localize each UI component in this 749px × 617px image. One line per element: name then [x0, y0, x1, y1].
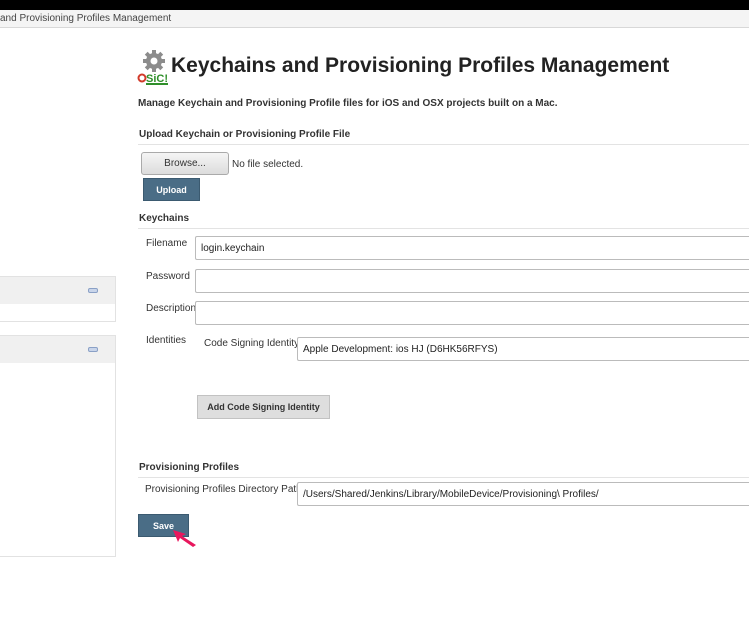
window-top-bar — [0, 0, 749, 10]
description-field[interactable] — [195, 301, 749, 325]
side-panel-2-header — [0, 336, 115, 363]
filename-field[interactable] — [195, 236, 749, 260]
collapse-icon[interactable] — [88, 288, 98, 293]
code-signing-identity-label: Code Signing Identity — [204, 338, 300, 349]
keychains-section-title: Keychains — [138, 213, 749, 229]
provisioning-section-title: Provisioning Profiles — [138, 462, 749, 478]
breadcrumb: and Provisioning Profiles Management — [0, 10, 749, 28]
side-panel-1 — [0, 276, 116, 322]
side-panel-1-header — [0, 277, 115, 304]
filename-label: Filename — [146, 238, 188, 249]
mouse-cursor-icon — [173, 530, 196, 547]
page-description: Manage Keychain and Provisioning Profile… — [138, 98, 558, 109]
file-status: No file selected. — [232, 159, 304, 170]
plugin-logo-icon: SiC! — [137, 50, 168, 85]
page-title: Keychains and Provisioning Profiles Mana… — [171, 54, 670, 77]
identities-label: Identities — [146, 335, 187, 346]
upload-button[interactable]: Upload — [143, 178, 200, 201]
description-label: Description — [146, 303, 197, 314]
provisioning-dir-label: Provisioning Profiles Directory Path — [145, 484, 302, 495]
side-panel-2 — [0, 335, 116, 557]
add-code-signing-identity-button[interactable]: Add Code Signing Identity — [197, 395, 330, 419]
password-label: Password — [146, 271, 190, 282]
breadcrumb-current[interactable]: and Provisioning Profiles Management — [0, 13, 171, 24]
upload-section-title: Upload Keychain or Provisioning Profile … — [138, 129, 749, 145]
collapse-icon[interactable] — [88, 347, 98, 352]
browse-button[interactable]: Browse... — [141, 152, 229, 175]
password-field[interactable] — [195, 269, 749, 293]
provisioning-dir-field[interactable] — [297, 482, 749, 506]
code-signing-identity-field[interactable] — [297, 337, 749, 361]
